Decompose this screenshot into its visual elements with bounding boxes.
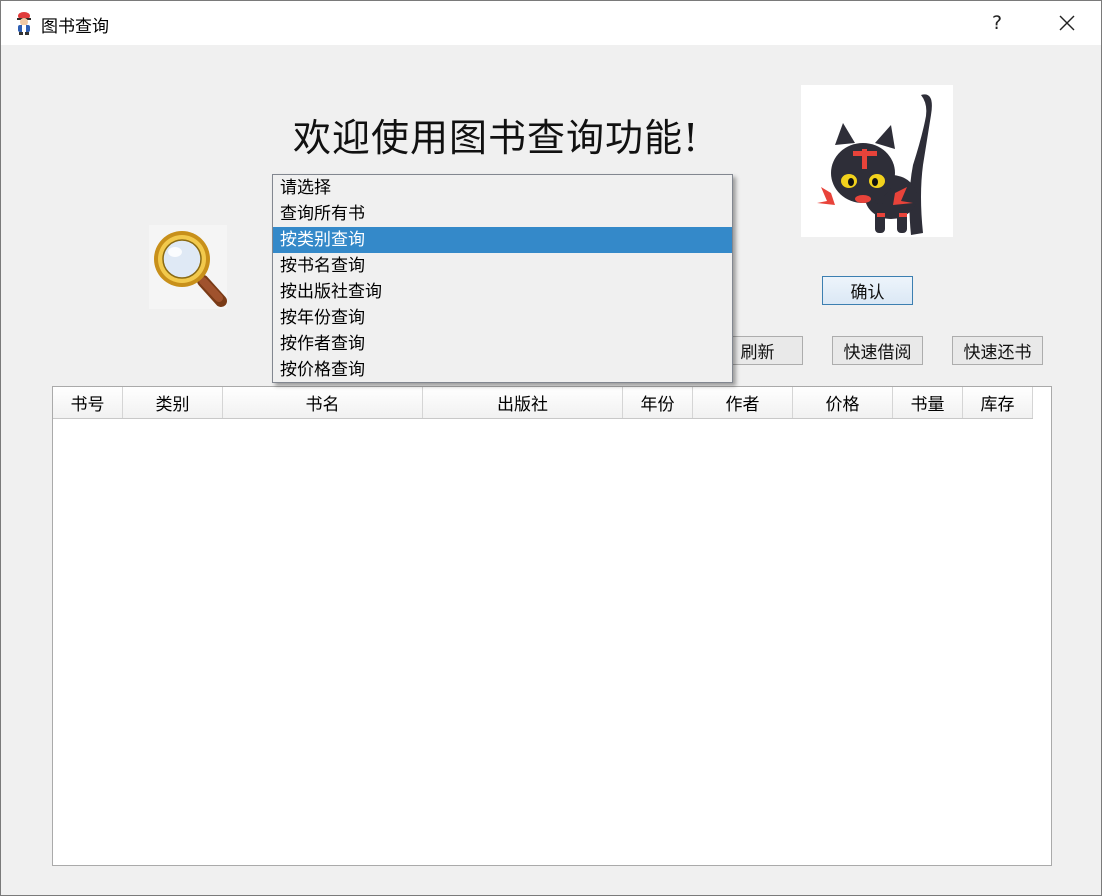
help-button[interactable]: ?: [979, 5, 1015, 41]
books-table[interactable]: 书号 类别 书名 出版社 年份 作者 价格 书量 库存: [52, 386, 1052, 866]
close-icon: [1059, 15, 1075, 31]
app-window: 图书查询 ? 欢迎使用图书查询功能! 确认 刷新 快速借阅 快速还书 书号 类别…: [0, 0, 1102, 896]
dropdown-option-by-title[interactable]: 按书名查询: [273, 253, 732, 279]
query-type-dropdown-list[interactable]: 请选择 查询所有书 按类别查询 按书名查询 按出版社查询 按年份查询 按作者查询…: [272, 174, 733, 383]
dropdown-option-by-price[interactable]: 按价格查询: [273, 357, 732, 383]
quick-return-button[interactable]: 快速还书: [952, 336, 1043, 365]
dropdown-option-please-select[interactable]: 请选择: [273, 175, 732, 201]
column-header-year[interactable]: 年份: [623, 387, 693, 418]
column-header-title[interactable]: 书名: [223, 387, 423, 418]
column-header-quantity[interactable]: 书量: [893, 387, 963, 418]
confirm-button[interactable]: 确认: [822, 276, 913, 305]
dropdown-option-by-year[interactable]: 按年份查询: [273, 305, 732, 331]
title-bar[interactable]: 图书查询 ?: [1, 1, 1101, 45]
window-title: 图书查询: [41, 17, 109, 37]
magnifier-icon: [149, 225, 227, 309]
close-button[interactable]: [1045, 5, 1089, 41]
column-header-category[interactable]: 类别: [123, 387, 223, 418]
column-header-publisher[interactable]: 出版社: [423, 387, 623, 418]
column-header-book-id[interactable]: 书号: [53, 387, 123, 418]
trainer-icon: [17, 12, 31, 35]
column-header-author[interactable]: 作者: [693, 387, 793, 418]
quick-borrow-button[interactable]: 快速借阅: [832, 336, 923, 365]
table-header: 书号 类别 书名 出版社 年份 作者 价格 书量 库存: [53, 387, 1033, 419]
litten-cat-image: [801, 85, 953, 237]
column-header-price[interactable]: 价格: [793, 387, 893, 418]
dropdown-option-all-books[interactable]: 查询所有书: [273, 201, 732, 227]
welcome-heading: 欢迎使用图书查询功能!: [293, 116, 700, 160]
dropdown-option-by-category[interactable]: 按类别查询: [273, 227, 732, 253]
column-header-stock[interactable]: 库存: [963, 387, 1033, 418]
dropdown-option-by-publisher[interactable]: 按出版社查询: [273, 279, 732, 305]
dropdown-option-by-author[interactable]: 按作者查询: [273, 331, 732, 357]
